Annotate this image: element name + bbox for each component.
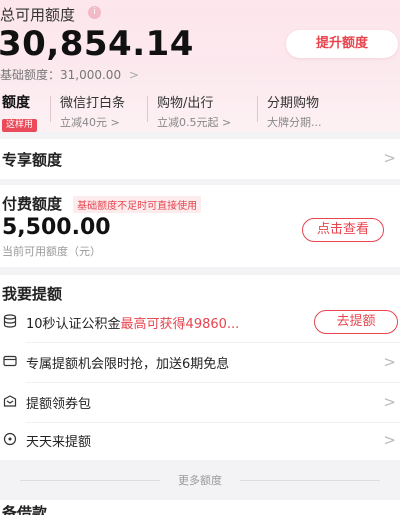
installment-pill[interactable]: 分期购物 大牌分期... xyxy=(267,92,322,130)
pill-title: 购物/出行 xyxy=(157,96,214,111)
shopping-travel-pill[interactable]: 购物/出行 立减0.5元起 > xyxy=(157,92,231,130)
list-item[interactable]: 专属提额机会限时抢，加送6期免息 > xyxy=(0,345,400,381)
chevron-right-icon: > xyxy=(128,68,139,82)
loan-section-peek: 备借款 xyxy=(0,500,400,515)
exclusive-credit-row[interactable]: 专享额度 > xyxy=(0,139,400,179)
credit-usage-pill[interactable]: 额度 这样用 xyxy=(2,92,38,132)
chevron-right-icon: > xyxy=(383,149,396,167)
card-icon xyxy=(3,355,17,367)
list-item-label: 10秒认证公积金 xyxy=(26,317,121,332)
pill-title: 微信打白条 xyxy=(60,96,126,111)
gift-icon xyxy=(3,395,17,407)
total-credit-title: 总可用额度 xyxy=(0,6,76,24)
view-paid-credit-button[interactable]: 点击查看 xyxy=(302,218,384,242)
raise-credit-button[interactable]: 提升额度 xyxy=(286,30,398,58)
chevron-right-icon: > xyxy=(222,116,232,129)
paid-credit-title: 付费额度 xyxy=(2,195,63,213)
promo-strip: 额度 这样用 微信打白条 立减40元 > 购物/出行 立减0.5元起 > 分期购… xyxy=(0,92,400,132)
divider xyxy=(50,96,51,122)
pill-subtitle: 立减0.5元起 xyxy=(157,116,219,129)
raise-credit-title: 我要提额 xyxy=(2,285,63,303)
paid-credit-card: 付费额度 基础额度不足时可直接使用 5,500.00 当前可用额度（元） 点击查… xyxy=(0,185,400,267)
info-icon[interactable]: i xyxy=(88,6,101,19)
base-credit-label: 基础额度：31,000.00 xyxy=(0,68,122,82)
chevron-right-icon: > xyxy=(383,353,396,371)
coin-icon xyxy=(3,432,17,446)
list-item[interactable]: 10秒认证公积金最高可获得49860... 去提额 xyxy=(0,305,400,341)
list-item[interactable]: 天天来提额 > xyxy=(0,423,400,459)
list-item-label: 提额领券包 xyxy=(26,397,92,412)
credit-summary-header: 总可用额度 i 30,854.14 基础额度：31,000.00 > 提升额度 … xyxy=(0,0,400,132)
pill-title: 额度 xyxy=(2,95,30,111)
more-credit-link[interactable]: 更多额度 xyxy=(0,466,400,494)
paid-credit-subtitle: 当前可用额度（元） xyxy=(2,245,101,258)
paid-credit-amount: 5,500.00 xyxy=(2,215,111,240)
pill-subtitle: 立减40元 xyxy=(60,116,107,129)
pill-subtitle: 大牌分期... xyxy=(267,116,322,129)
chevron-right-icon: > xyxy=(383,393,396,411)
paid-credit-tag: 基础额度不足时可直接使用 xyxy=(73,196,202,213)
highlight-text: 最高可获得49860... xyxy=(120,317,240,332)
usage-tag: 这样用 xyxy=(2,119,38,132)
divider xyxy=(26,382,400,383)
exclusive-credit-title: 专享额度 xyxy=(2,151,63,169)
list-item[interactable]: 提额领券包 > xyxy=(0,385,400,421)
total-credit-amount: 30,854.14 xyxy=(0,24,194,64)
chevron-right-icon: > xyxy=(110,116,120,129)
database-icon xyxy=(3,314,17,328)
chevron-right-icon: > xyxy=(383,431,396,449)
loan-section-title: 备借款 xyxy=(2,504,48,515)
divider xyxy=(257,96,258,122)
raise-credit-card: 我要提额 10秒认证公积金最高可获得49860... 去提额 专属提额机会限时抢… xyxy=(0,275,400,460)
wechat-iou-pill[interactable]: 微信打白条 立减40元 > xyxy=(60,92,125,130)
divider xyxy=(147,96,148,122)
list-item-label: 天天来提额 xyxy=(26,435,92,450)
divider xyxy=(240,480,380,481)
go-raise-button[interactable]: 去提额 xyxy=(314,310,398,334)
pill-title: 分期购物 xyxy=(267,96,320,111)
list-item-label: 专属提额机会限时抢，加送6期免息 xyxy=(26,357,230,372)
divider xyxy=(26,342,400,343)
base-credit-link[interactable]: 基础额度：31,000.00 > xyxy=(0,66,139,83)
